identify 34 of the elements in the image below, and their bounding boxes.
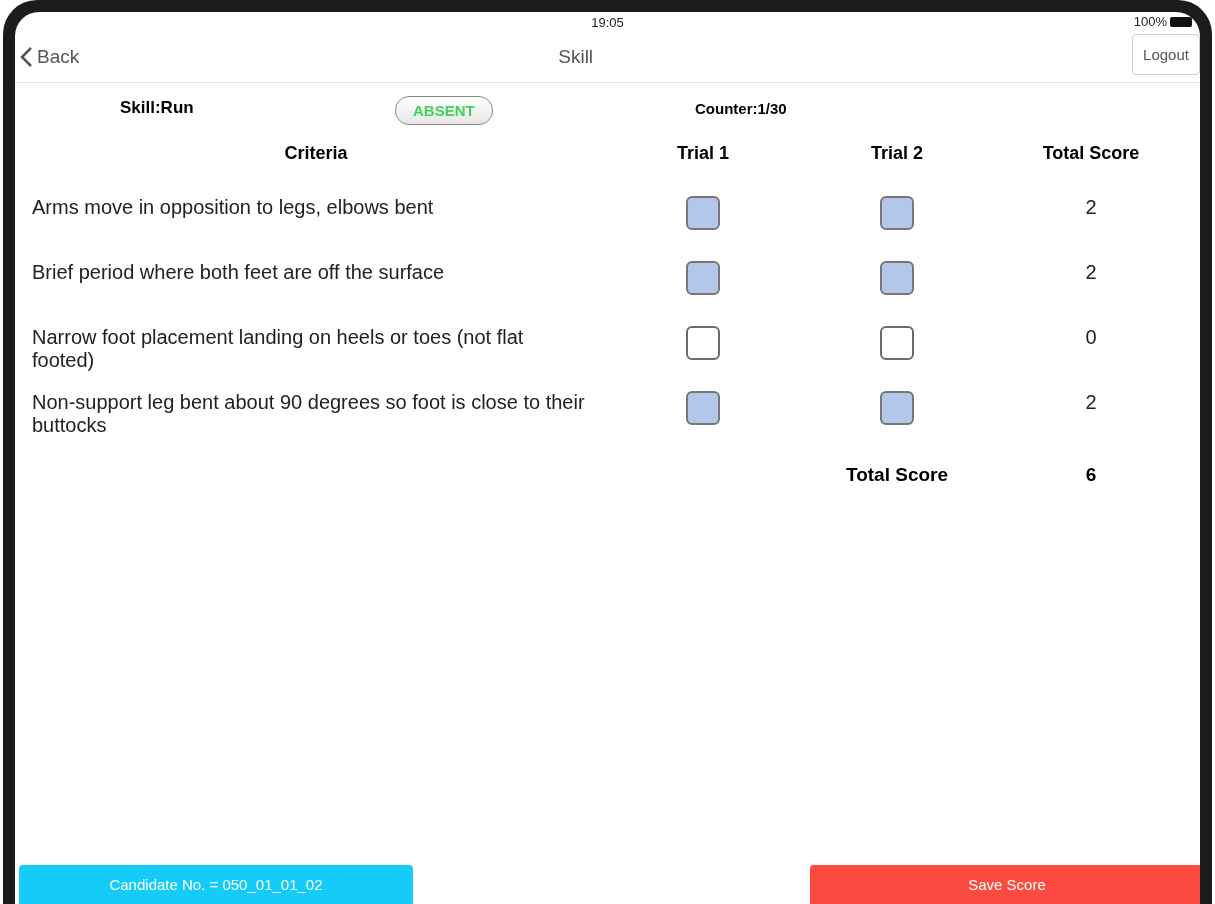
battery-icon [1170, 16, 1192, 27]
trial-checkbox[interactable] [880, 326, 914, 360]
absent-button[interactable]: ABSENT [395, 95, 493, 125]
total-score-value: 6 [1084, 463, 1098, 486]
chevron-left-icon [19, 46, 33, 68]
total-score-label: Total Score [844, 463, 950, 486]
score-value: 2 [1084, 390, 1098, 415]
column-header: Trial 2 [870, 142, 924, 165]
trial-checkbox[interactable] [880, 196, 914, 230]
battery-level: 100% [1133, 14, 1167, 29]
trial-checkbox[interactable] [880, 391, 914, 425]
trial-checkbox[interactable] [686, 261, 720, 295]
candidate-button[interactable]: Candidate No. = 050_01_01_02 [19, 865, 413, 904]
criteria-text: Narrow foot placement landing on heels or toes (not flat footed) [32, 325, 525, 373]
criteria-text: Non-support leg bent about 90 degrees so foot is close to their buttocks [32, 390, 586, 438]
column-header: Criteria [283, 142, 349, 165]
trial-checkbox[interactable] [686, 391, 720, 425]
trial-checkbox[interactable] [686, 196, 720, 230]
save-score-button[interactable]: Save Score [810, 865, 1200, 904]
score-value: 2 [1084, 260, 1098, 285]
criteria-text: Brief period where both feet are off the surface [32, 260, 446, 285]
trial-checkbox[interactable] [880, 261, 914, 295]
column-header: Trial 1 [676, 142, 730, 165]
skill-label: Skill:Run [119, 98, 195, 118]
page-title: Skill [558, 46, 594, 68]
column-header: Total Score [1041, 142, 1141, 165]
trial-checkbox[interactable] [686, 326, 720, 360]
logout-button[interactable]: Logout [1132, 33, 1200, 75]
score-value: 0 [1084, 325, 1098, 350]
status-time: 19:05 [591, 14, 624, 30]
counter-label: Counter:1/30 [695, 99, 788, 117]
back-button[interactable]: Back [19, 46, 80, 68]
criteria-text: Arms move in opposition to legs, elbows bent [32, 195, 435, 220]
score-value: 2 [1084, 195, 1098, 220]
